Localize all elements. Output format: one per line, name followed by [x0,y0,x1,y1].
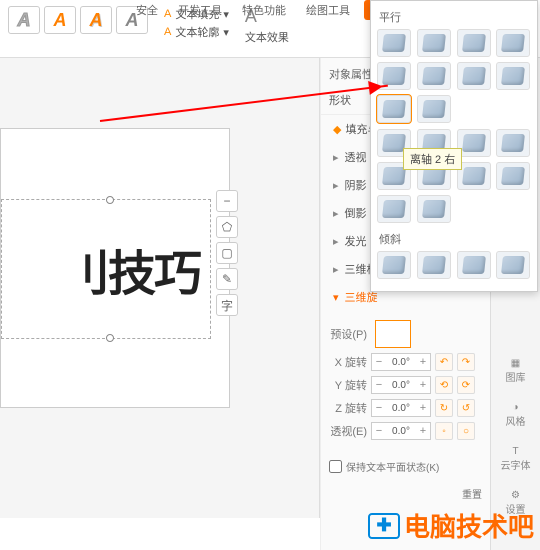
preset-oblique-3[interactable] [457,251,491,279]
tab-feature[interactable]: 特色功能 [236,0,292,20]
z-ccw-icon[interactable]: ↺ [457,399,475,417]
y-down-icon[interactable]: ⟳ [457,376,475,394]
reset-link[interactable]: 重置 [462,486,482,501]
persp-spinner[interactable]: −0.0°+ [371,422,431,440]
style-tab[interactable]: ◑风格 [506,402,526,428]
z-cw-icon[interactable]: ↻ [435,399,453,417]
preset-parallel-3[interactable] [457,29,491,57]
y-rot-spinner[interactable]: −0.0°+ [371,376,431,394]
preset-oblique-4[interactable] [496,251,530,279]
x-rot-label: X 旋转 [329,354,367,370]
preset-oblique-2[interactable] [417,251,451,279]
preset-persp-9[interactable] [377,195,411,223]
watermark: ✚ 电脑技术吧 [368,507,534,544]
style-preset-3[interactable]: A [80,6,112,34]
keep-flat-checkbox[interactable] [329,460,342,473]
y-rot-label: Y 旋转 [329,377,367,393]
style-preset-2[interactable]: A [44,6,76,34]
tool-copy-icon[interactable]: ▢ [216,242,238,264]
slide-canvas[interactable]: 刂技巧 − ⬠ ▢ ✎ 字 [0,58,320,518]
keep-flat-label: 保持文本平面状态(K) [346,459,439,474]
text-effect-label: 文本效果 [245,29,289,45]
gallery-tab[interactable]: ▦图库 [506,358,526,384]
tool-edit-icon[interactable]: ✎ [216,268,238,290]
persp-label: 透视(E) [329,423,367,439]
persp-wide-icon[interactable]: ○ [457,422,475,440]
collapse-button[interactable]: − [216,190,238,212]
font-tab[interactable]: T云字体 [501,446,531,472]
tab-security[interactable]: 安全 [130,0,164,20]
group-parallel-label: 平行 [377,7,531,29]
preset-popup: 平行 倾斜 [370,0,538,292]
y-up-icon[interactable]: ⟲ [435,376,453,394]
preset-parallel-6[interactable] [417,62,451,90]
preset-parallel-10[interactable] [417,95,451,123]
preset-parallel-2[interactable] [417,29,451,57]
tab-draw[interactable]: 绘图工具 [300,0,356,20]
textbox-content: 刂技巧 [62,234,200,304]
preset-parallel-7[interactable] [457,62,491,90]
slide: 刂技巧 − ⬠ ▢ ✎ 字 [0,128,230,408]
preset-dropdown[interactable] [375,320,411,348]
z-rot-label: Z 旋转 [329,400,367,416]
preset-persp-4[interactable] [496,129,530,157]
persp-narrow-icon[interactable]: ◦ [435,422,453,440]
preset-label: 预设(P) [329,326,367,342]
preset-tooltip: 离轴 2 右 [403,148,462,170]
preset-parallel-8[interactable] [496,62,530,90]
tool-shape-icon[interactable]: ⬠ [216,216,238,238]
tool-text-icon[interactable]: 字 [216,294,238,316]
tab-dev[interactable]: 开发工具 [172,0,228,20]
preset-parallel-1[interactable] [377,29,411,57]
x-left-icon[interactable]: ↶ [435,353,453,371]
z-rot-spinner[interactable]: −0.0°+ [371,399,431,417]
x-rot-spinner[interactable]: −0.0°+ [371,353,431,371]
preset-parallel-4[interactable] [496,29,530,57]
preset-persp-10[interactable] [417,195,451,223]
watermark-icon: ✚ [368,513,400,539]
style-preset-1[interactable]: A [8,6,40,34]
group-oblique-label: 倾斜 [377,229,531,251]
x-right-icon[interactable]: ↷ [457,353,475,371]
preset-oblique-1[interactable] [377,251,411,279]
text-outline-button[interactable]: A文本轮廓 ▾ [164,24,229,40]
preset-parallel-9[interactable] [377,95,411,123]
selected-textbox[interactable]: 刂技巧 − ⬠ ▢ ✎ 字 [1,199,211,339]
preset-persp-8[interactable] [496,162,530,190]
